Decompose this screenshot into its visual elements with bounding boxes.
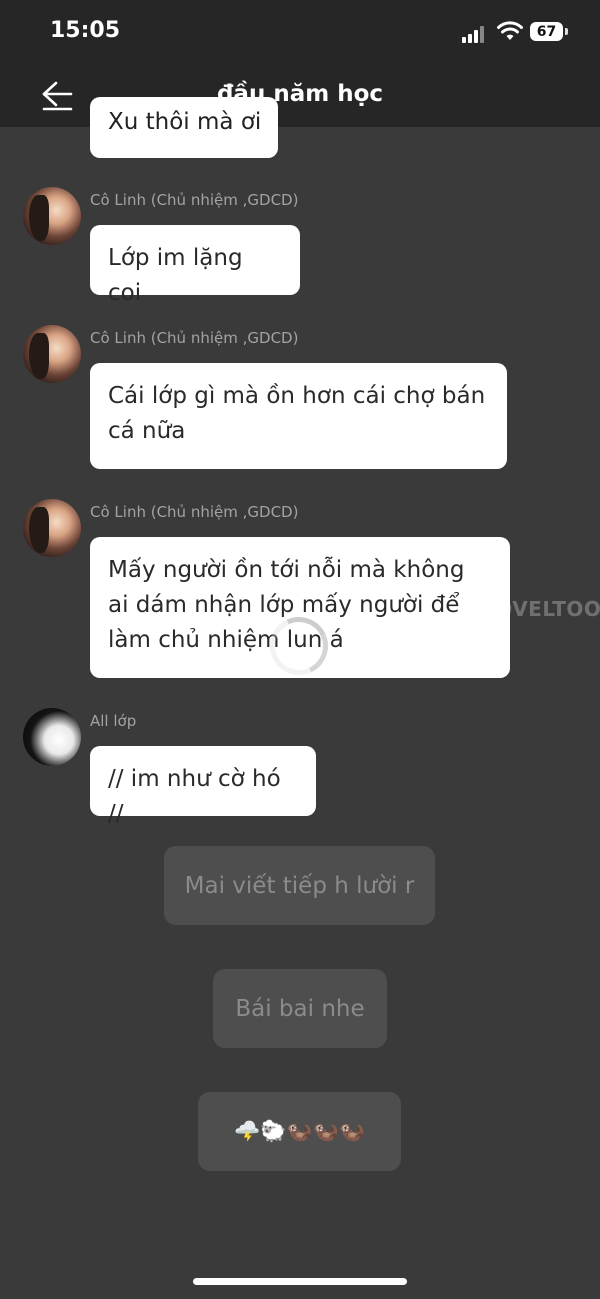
avatar[interactable] [23,187,81,245]
watermark: NOVELTOON [478,597,600,621]
message-bubble: Xu thôi mà ơi [90,97,278,158]
narration-box: 🌩️🐑🦦🦦🦦 [198,1092,401,1171]
sender-name: Cô Linh (Chủ nhiệm ,GDCD) [90,329,299,347]
cellular-signal-icon [462,25,488,43]
wifi-icon [497,21,523,40]
message-bubble: Cái lớp gì mà ồn hơn cái chợ bán cá nữa [90,363,507,469]
narration-text: Mai viết tiếp h lười r [184,872,415,899]
sender-name: Cô Linh (Chủ nhiệm ,GDCD) [90,191,299,209]
status-bar: 15:05 67 [0,0,600,64]
status-time: 15:05 [50,18,121,43]
message-bubble: Lớp im lặng coi [90,225,300,306]
sender-name: All lớp [90,712,137,730]
avatar[interactable] [23,325,81,383]
message-text: Cái lớp gì mà ồn hơn cái chợ bán cá nữa [108,383,486,444]
sender-name: Cô Linh (Chủ nhiệm ,GDCD) [90,503,299,521]
narration-box: Bái bai nhe [213,969,387,1048]
message-text: Xu thôi mà ơi [108,109,262,135]
message-text: Lớp im lặng coi [108,245,243,306]
avatar[interactable] [23,708,81,766]
message-text: // im như cờ hó // [108,766,281,827]
narration-text: Bái bai nhe [235,995,365,1022]
battery-icon: 67 [530,22,568,41]
narration-box: Mai viết tiếp h lười r [164,846,435,925]
narration-text: 🌩️🐑🦦🦦🦦 [234,1119,365,1143]
home-indicator[interactable] [193,1278,407,1285]
avatar[interactable] [23,499,81,557]
chat-area[interactable]: Xu thôi mà ơi Cô Linh (Chủ nhiệm ,GDCD) … [0,97,600,1299]
message-bubble: // im như cờ hó // [90,746,316,827]
